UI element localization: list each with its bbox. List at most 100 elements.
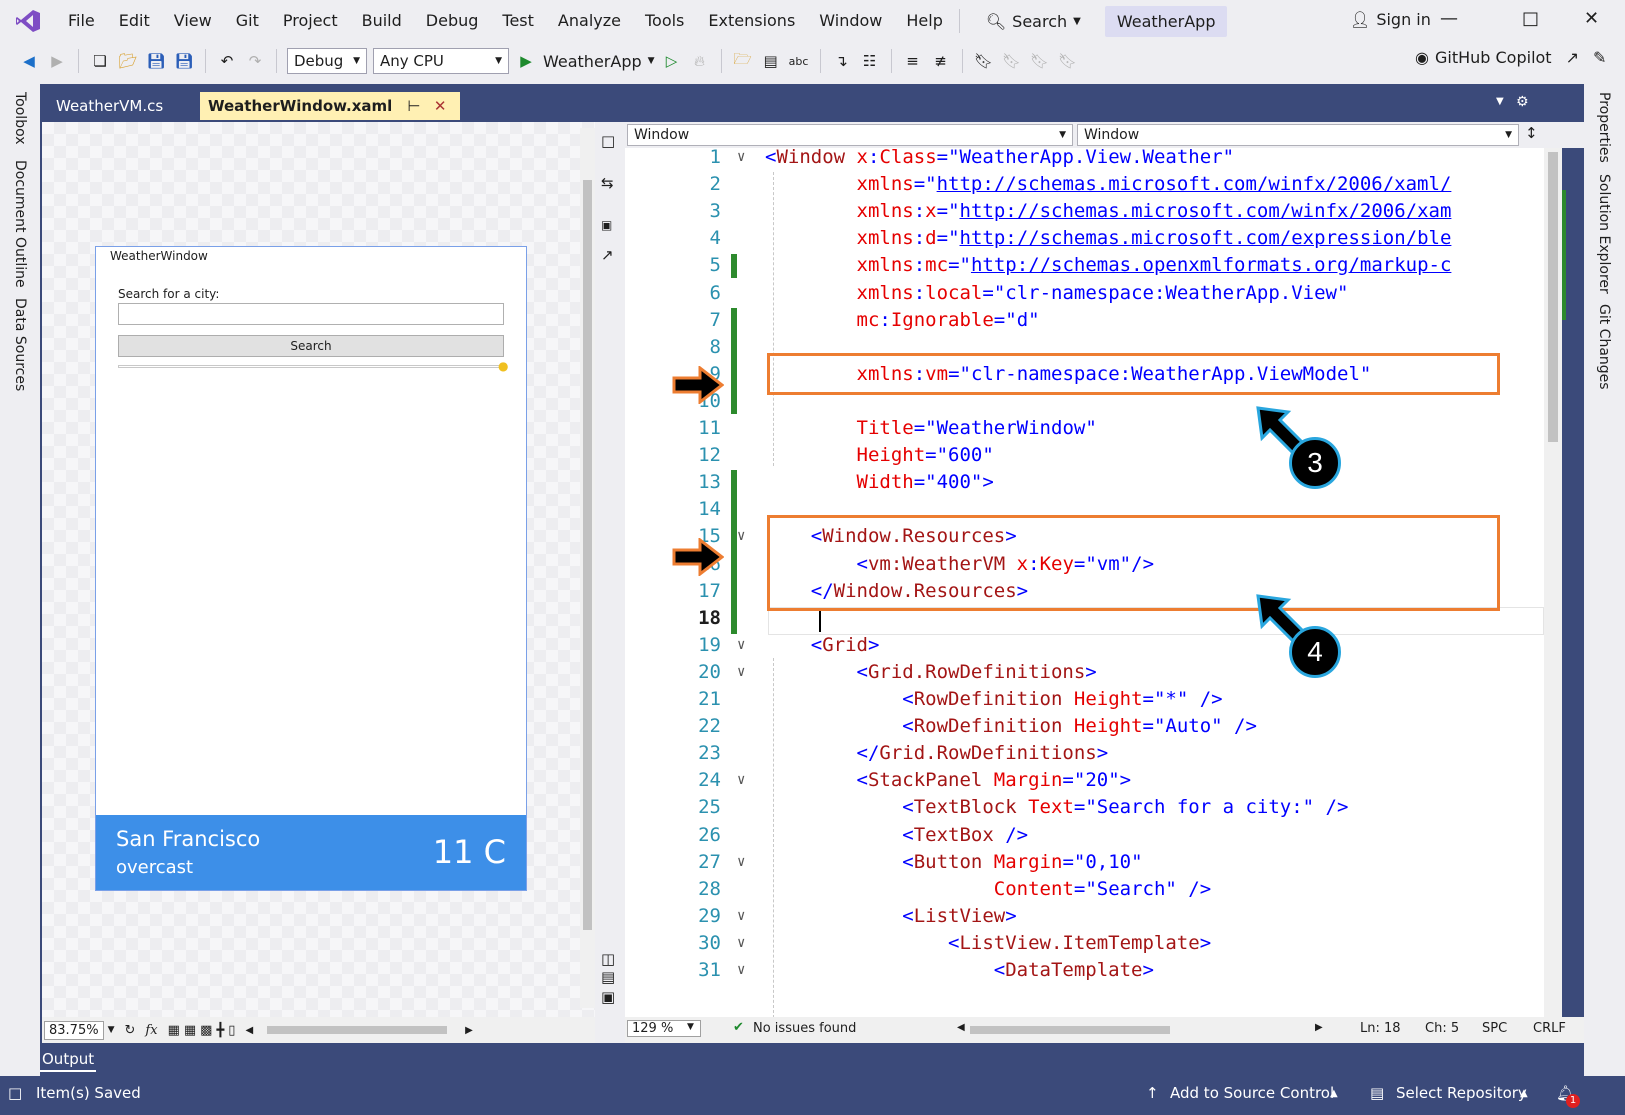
code-line[interactable]: 31 ∨ <DataTemplate>: [625, 956, 1544, 984]
tab-weathervm-cs[interactable]: WeatherVM.cs: [48, 92, 198, 120]
popout-icon[interactable]: ↗: [601, 246, 614, 264]
back-icon[interactable]: ◀: [18, 50, 40, 72]
select-icon[interactable]: □: [601, 132, 615, 150]
maximize-icon[interactable]: □: [1522, 8, 1539, 29]
code-line[interactable]: 13 Width="400">: [625, 468, 1544, 496]
close-tab-icon[interactable]: ✕: [434, 97, 447, 115]
grid-icon[interactable]: ▦: [168, 1023, 180, 1038]
code-line[interactable]: 20 ∨ <Grid.RowDefinitions>: [625, 658, 1544, 686]
sign-in-button[interactable]: 👤︎ Sign in: [1350, 10, 1431, 29]
fold-chevron-icon[interactable]: ∨: [737, 766, 745, 794]
scroll-left-icon[interactable]: ◀: [245, 1025, 253, 1036]
search-button[interactable]: 🔍︎ Search ▼: [976, 12, 1091, 31]
spacing-status[interactable]: SPC: [1482, 1021, 1507, 1036]
feedback-icon[interactable]: ✎: [1593, 48, 1606, 67]
code-line[interactable]: 23 </Grid.RowDefinitions>: [625, 739, 1544, 767]
checkerboard-icon[interactable]: ▩: [200, 1023, 212, 1038]
chevron-down-icon[interactable]: ▼: [648, 56, 655, 66]
code-line[interactable]: 5 xmlns:mc="http://schemas.openxmlformat…: [625, 251, 1544, 279]
fold-chevron-icon[interactable]: ∨: [737, 631, 745, 659]
preview-list-view[interactable]: [118, 365, 504, 368]
chevron-down-icon[interactable]: ▼: [687, 1022, 694, 1032]
menu-tools[interactable]: Tools: [633, 0, 696, 42]
start-debugging-icon[interactable]: ▶: [515, 50, 537, 72]
menu-help[interactable]: Help: [894, 0, 954, 42]
platform-select[interactable]: Any CPU ▼: [373, 48, 509, 74]
browse-icon[interactable]: 🗁︎: [732, 50, 754, 72]
run-target-button[interactable]: WeatherApp: [543, 52, 642, 71]
code-line[interactable]: 21 <RowDefinition Height="*" />: [625, 685, 1544, 713]
code-line[interactable]: 2 xmlns="http://schemas.microsoft.com/wi…: [625, 170, 1544, 198]
preview-search-button[interactable]: Search: [118, 335, 504, 357]
lightbulb-icon[interactable]: ●: [498, 359, 508, 373]
clear-bookmarks-icon[interactable]: 🔖︎: [1057, 50, 1079, 72]
code-line[interactable]: 4 xmlns:d="http://schemas.microsoft.com/…: [625, 224, 1544, 252]
menu-edit[interactable]: Edit: [107, 0, 162, 42]
collapse-pane-icon[interactable]: ▣: [601, 218, 612, 232]
designer-zoom-select[interactable]: 83.75%: [44, 1020, 104, 1040]
select-repository-button[interactable]: Select Repository: [1396, 1084, 1527, 1102]
nav-scope-select[interactable]: Window ▼: [627, 124, 1073, 146]
code-line[interactable]: 26 <TextBox />: [625, 821, 1544, 849]
prev-bookmark-icon[interactable]: 🔖︎: [1001, 50, 1023, 72]
fold-chevron-icon[interactable]: ∨: [737, 848, 745, 876]
code-line[interactable]: 27 ∨ <Button Margin="0,10": [625, 848, 1544, 876]
menu-window[interactable]: Window: [807, 0, 894, 42]
menu-project[interactable]: Project: [271, 0, 350, 42]
step-into-icon[interactable]: ↴: [831, 50, 853, 72]
fold-chevron-icon[interactable]: ∨: [737, 956, 745, 984]
code-line[interactable]: 12 Height="600": [625, 441, 1544, 469]
spell-check-icon[interactable]: abc: [788, 50, 810, 72]
compare-icon[interactable]: ☷: [859, 50, 881, 72]
git-changes-tab[interactable]: Git Changes: [1596, 304, 1612, 390]
code-line[interactable]: 11 Title="WeatherWindow": [625, 414, 1544, 442]
scroll-right-icon[interactable]: ▶: [465, 1025, 473, 1036]
hot-reload-icon[interactable]: 🔥︎: [689, 50, 711, 72]
scroll-right-icon[interactable]: ▶: [1315, 1022, 1323, 1033]
configuration-select[interactable]: Debug ▼: [287, 48, 367, 74]
save-all-icon[interactable]: 💾︎: [173, 50, 195, 72]
designer-code-splitter[interactable]: □ ⇆ ▣ ↗ ◫ ▤ ▣: [595, 122, 625, 1043]
toolbox-tab[interactable]: Toolbox: [12, 92, 28, 145]
code-line[interactable]: 3 xmlns:x="http://schemas.microsoft.com/…: [625, 197, 1544, 225]
menu-analyze[interactable]: Analyze: [546, 0, 633, 42]
properties-tab[interactable]: Properties: [1596, 92, 1612, 163]
designer-hscroll[interactable]: [267, 1026, 448, 1034]
layout-icon[interactable]: ▤: [760, 50, 782, 72]
refresh-icon[interactable]: ↻: [125, 1023, 136, 1038]
code-line[interactable]: 6 xmlns:local="clr-namespace:WeatherApp.…: [625, 279, 1544, 307]
document-outline-tab[interactable]: Document Outline: [12, 160, 28, 288]
code-editor[interactable]: 1 ∨ <Window x:Class="WeatherApp.View.Weath…: [625, 148, 1544, 1017]
code-line[interactable]: 25 <TextBlock Text="Search for a city:" …: [625, 793, 1544, 821]
code-line[interactable]: 28 Content="Search" />: [625, 875, 1544, 903]
solution-explorer-tab[interactable]: Solution Explorer: [1596, 174, 1612, 294]
output-tab[interactable]: Output: [40, 1048, 97, 1072]
menu-test[interactable]: Test: [490, 0, 546, 42]
code-line[interactable]: 7 mc:Ignorable="d": [625, 306, 1544, 334]
fold-chevron-icon[interactable]: ∨: [737, 902, 745, 930]
vertical-split-icon[interactable]: ◫: [601, 950, 615, 968]
swap-panes-icon[interactable]: ⇆: [601, 174, 614, 192]
minimize-icon[interactable]: —: [1440, 8, 1458, 29]
code-line[interactable]: 30 ∨ <ListView.ItemTemplate>: [625, 929, 1544, 957]
visual-studio-logo-icon[interactable]: [14, 7, 42, 35]
window-preview[interactable]: WeatherWindow Search for a city: Search …: [95, 246, 527, 891]
line-ending-status[interactable]: CRLF: [1533, 1021, 1566, 1036]
editor-hscroll-thumb[interactable]: [970, 1026, 1170, 1034]
next-bookmark-icon[interactable]: 🔖︎: [1029, 50, 1051, 72]
settings-gear-icon[interactable]: ⚙: [1516, 94, 1529, 110]
fold-chevron-icon[interactable]: ∨: [737, 148, 745, 171]
effects-icon[interactable]: fx: [145, 1023, 157, 1038]
split-editor-icon[interactable]: ↕: [1525, 124, 1538, 142]
code-line[interactable]: 29 ∨ <ListView>: [625, 902, 1544, 930]
code-line[interactable]: 22 <RowDefinition Height="Auto" />: [625, 712, 1544, 740]
undo-icon[interactable]: ↶: [216, 50, 238, 72]
menu-extensions[interactable]: Extensions: [696, 0, 807, 42]
tab-weatherwindow-xaml[interactable]: WeatherWindow.xaml ⊢ ✕: [200, 92, 460, 120]
bookmark-icon[interactable]: 🔖︎: [973, 50, 995, 72]
github-copilot-button[interactable]: ◉ GitHub Copilot ↗ ✎: [1415, 48, 1606, 67]
chevron-down-icon[interactable]: ▼: [108, 1025, 115, 1035]
nav-member-select[interactable]: Window ▼: [1077, 124, 1519, 146]
uncomment-icon[interactable]: ≢: [930, 50, 952, 72]
pin-icon[interactable]: ⊢: [408, 97, 421, 115]
